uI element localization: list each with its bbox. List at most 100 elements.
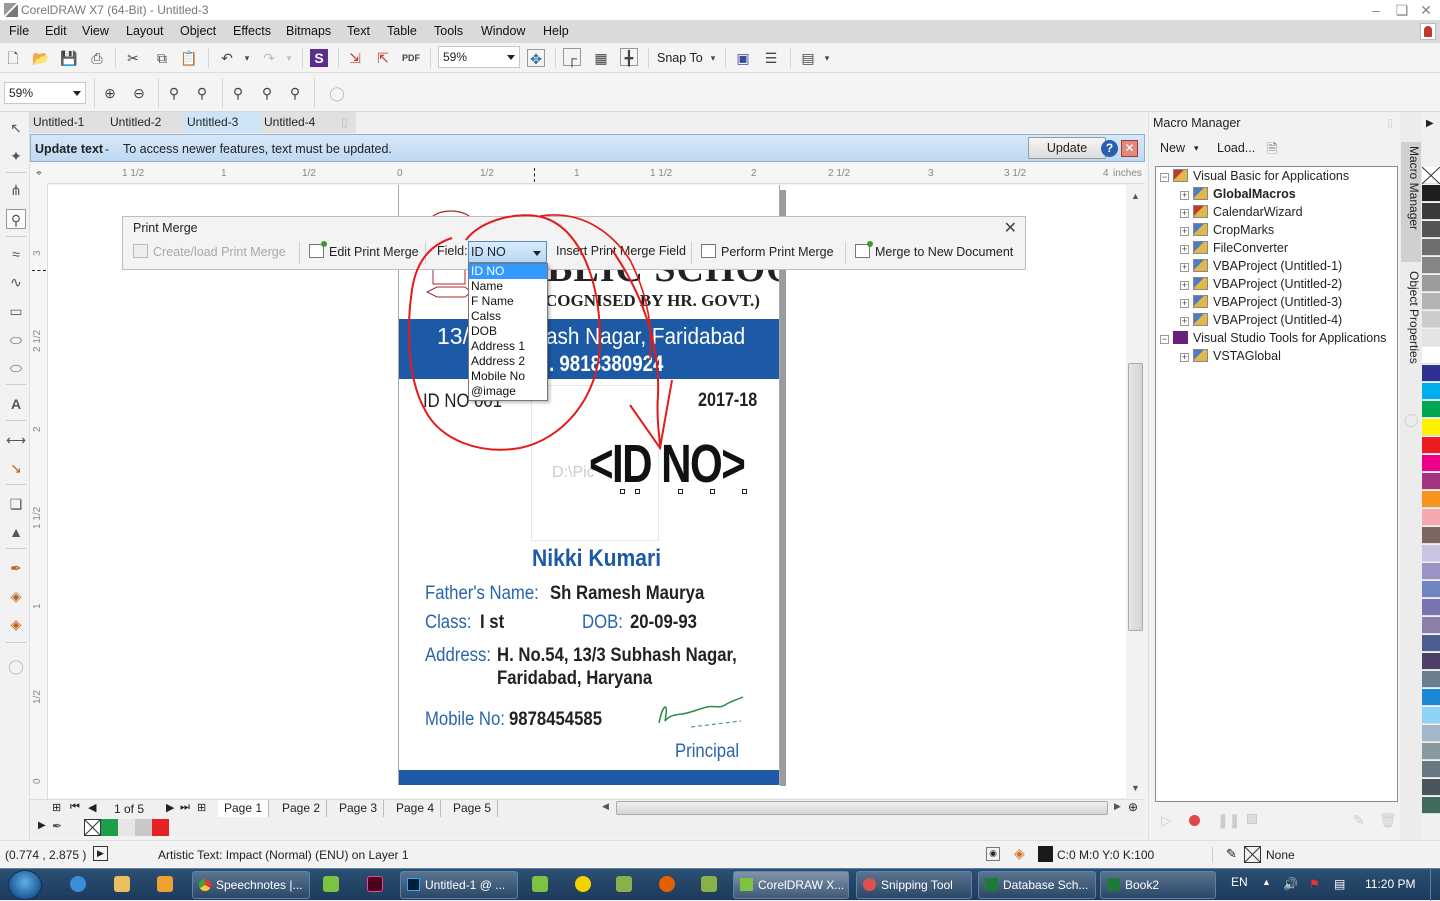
- redo-icon[interactable]: ↷: [260, 49, 278, 67]
- corel-capture-icon[interactable]: [532, 876, 548, 892]
- zoom-to-page-icon[interactable]: ⚲: [229, 84, 247, 102]
- palette-swatch[interactable]: [1422, 527, 1440, 544]
- tree-node-globalmacros[interactable]: + GlobalMacros: [1180, 185, 1296, 203]
- palette-expand-icon[interactable]: ▶: [38, 820, 46, 831]
- minimize-button[interactable]: –: [1366, 2, 1386, 18]
- excel-viewer-icon[interactable]: [616, 876, 632, 892]
- tab-untitled-3[interactable]: Untitled-3: [184, 112, 261, 133]
- field-option[interactable]: DOB: [469, 324, 547, 339]
- tree-node-vstaglobal[interactable]: + VSTAGlobal: [1180, 347, 1281, 365]
- perform-print-merge-button[interactable]: Perform Print Merge: [701, 244, 834, 259]
- ellipse-tool-icon[interactable]: ⬭: [6, 330, 26, 350]
- chrome-canary-icon[interactable]: [575, 876, 591, 892]
- swatch-red[interactable]: [152, 819, 169, 836]
- menu-file[interactable]: File: [9, 24, 29, 38]
- field-option[interactable]: Name: [469, 279, 547, 294]
- show-guidelines-icon[interactable]: ╋: [620, 48, 638, 66]
- dimension-tool-icon[interactable]: ⟷: [6, 430, 26, 450]
- delete-macro-icon[interactable]: 🗑: [1379, 812, 1397, 829]
- export-icon[interactable]: ⇱: [374, 49, 392, 67]
- add-page-after-icon[interactable]: ⊞: [197, 801, 206, 814]
- user-account-icon[interactable]: [1420, 23, 1436, 40]
- id-card-page[interactable]: BLIC SCHOOL COGNISED BY HR. GOVT.) 13/ a…: [398, 185, 780, 785]
- menu-window[interactable]: Window: [481, 24, 525, 38]
- text-tool-icon[interactable]: A: [6, 394, 26, 414]
- action-center-icon[interactable]: ⚑: [1309, 877, 1320, 891]
- palette-swatch[interactable]: [1422, 743, 1440, 760]
- create-load-print-merge-button[interactable]: Create/load Print Merge: [133, 244, 286, 259]
- page-tab-5[interactable]: Page 5: [447, 800, 499, 818]
- palette-swatch[interactable]: [1422, 725, 1440, 742]
- close-infobar-icon[interactable]: ✕: [1121, 140, 1138, 157]
- expand-icon[interactable]: +: [1180, 353, 1189, 362]
- expand-icon[interactable]: +: [1180, 263, 1189, 272]
- palette-swatch[interactable]: [1422, 347, 1440, 364]
- menu-view[interactable]: View: [82, 24, 109, 38]
- taskbar-coreldraw[interactable]: CorelDRAW X...: [733, 871, 849, 899]
- side-tab-object-properties[interactable]: Object Properties: [1401, 267, 1421, 387]
- first-page-icon[interactable]: ⏮: [70, 801, 80, 814]
- palette-swatch[interactable]: [1422, 401, 1440, 418]
- close-button[interactable]: ✕: [1416, 2, 1436, 18]
- page-tab-2[interactable]: Page 2: [276, 800, 328, 818]
- expand-icon[interactable]: +: [1180, 191, 1189, 200]
- edit-macro-icon[interactable]: ✎: [1353, 812, 1365, 829]
- scroll-up-icon[interactable]: ▲: [1131, 191, 1140, 201]
- field-option[interactable]: Address 1: [469, 339, 547, 354]
- snap-dropdown-icon[interactable]: ▾: [704, 49, 722, 67]
- swatch-none[interactable]: [84, 819, 101, 836]
- show-desktop-button[interactable]: [1430, 869, 1440, 901]
- expand-icon[interactable]: +: [1180, 299, 1189, 308]
- expand-icon[interactable]: +: [1180, 227, 1189, 236]
- palette-swatch[interactable]: [1422, 707, 1440, 724]
- expand-icon[interactable]: +: [1180, 281, 1189, 290]
- menu-tools[interactable]: Tools: [434, 24, 463, 38]
- field-option[interactable]: F Name: [469, 294, 547, 309]
- excel-icon[interactable]: [701, 876, 717, 892]
- expand-icon[interactable]: +: [1180, 209, 1189, 218]
- drop-shadow-icon[interactable]: ❏: [6, 494, 26, 514]
- save-icon[interactable]: 💾: [60, 49, 78, 67]
- help-icon[interactable]: ?: [1101, 140, 1118, 157]
- add-page-before-icon[interactable]: ⊞: [52, 801, 61, 814]
- collapse-icon[interactable]: −: [1160, 335, 1169, 344]
- tab-untitled-2[interactable]: Untitled-2: [107, 112, 184, 133]
- menu-table[interactable]: Table: [387, 24, 417, 38]
- tree-node-vbaproject-1[interactable]: + VBAProject (Untitled-1): [1180, 257, 1342, 275]
- volume-icon[interactable]: 🔊: [1283, 877, 1298, 891]
- collapse-icon[interactable]: −: [1160, 173, 1169, 182]
- palette-swatch[interactable]: [1422, 275, 1440, 292]
- palette-swatch[interactable]: [1422, 329, 1440, 346]
- field-option[interactable]: Mobile No: [469, 369, 547, 384]
- application-launcher-icon[interactable]: ▤: [799, 49, 817, 67]
- taskbar-snipping-tool[interactable]: Snipping Tool: [856, 871, 972, 899]
- tree-node-vbaproject-4[interactable]: + VBAProject (Untitled-4): [1180, 311, 1342, 329]
- tree-node-fileconverter[interactable]: + FileConverter: [1180, 239, 1288, 257]
- palette-swatch[interactable]: [1422, 473, 1440, 490]
- palette-swatch[interactable]: [1422, 599, 1440, 616]
- palette-swatch[interactable]: [1422, 635, 1440, 652]
- pick-tool-icon[interactable]: ↖: [6, 118, 26, 138]
- publish-pdf-icon[interactable]: PDF: [402, 49, 420, 67]
- zoom-out-icon[interactable]: ⊖: [130, 84, 148, 102]
- media-player-icon[interactable]: [157, 876, 173, 892]
- docker-customize-icon[interactable]: ◯: [1404, 412, 1419, 428]
- palette-swatch[interactable]: [1422, 437, 1440, 454]
- taskbar-database-sch[interactable]: Database Sch...: [978, 871, 1096, 899]
- menu-layout[interactable]: Layout: [126, 24, 164, 38]
- field-option[interactable]: ID NO: [469, 264, 547, 279]
- run-macro-icon[interactable]: ▷: [1161, 812, 1172, 829]
- palette-swatch[interactable]: [1422, 581, 1440, 598]
- zoom-tool-icon[interactable]: ⚲: [6, 209, 26, 229]
- load-macro-button[interactable]: Load...: [1217, 141, 1255, 155]
- tab-untitled-1[interactable]: Untitled-1: [30, 112, 107, 133]
- show-hidden-icons[interactable]: ▲: [1262, 877, 1271, 887]
- new-dropdown-icon[interactable]: ▾: [1194, 143, 1199, 154]
- new-macro-button[interactable]: New: [1160, 141, 1185, 155]
- palette-swatch[interactable]: [1422, 761, 1440, 778]
- pause-macro-icon[interactable]: ❚❚: [1217, 812, 1240, 829]
- quick-customize-toolbox-icon[interactable]: ◯: [6, 656, 26, 676]
- tab-overflow-icon[interactable]: ▯: [338, 112, 356, 133]
- palette-swatch[interactable]: [1422, 671, 1440, 688]
- menu-edit[interactable]: Edit: [45, 24, 67, 38]
